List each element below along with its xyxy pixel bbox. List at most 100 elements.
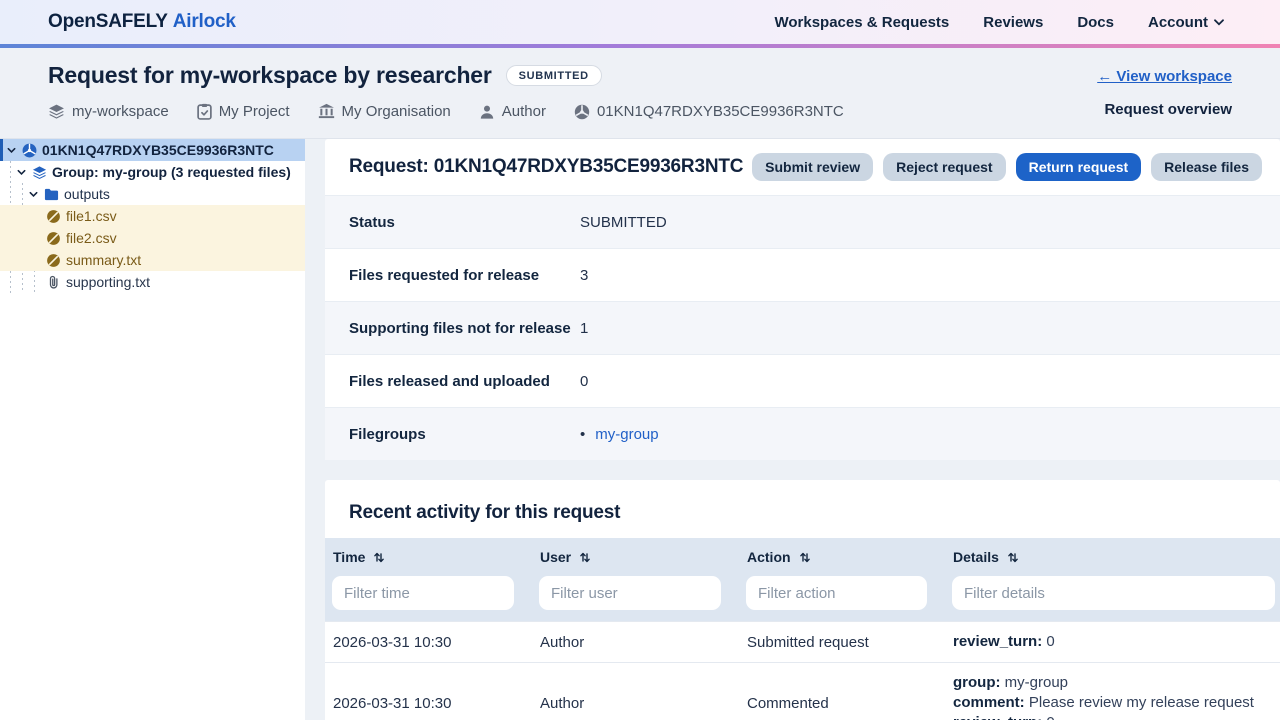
file-tree: 01KN1Q47RDXYB35CE9936R3NTC Group: my-gro… xyxy=(0,139,305,293)
submit-review-button[interactable]: Submit review xyxy=(752,153,873,181)
project-icon xyxy=(197,103,212,120)
meta-organisation: My Organisation xyxy=(318,103,451,120)
detail-row-filegroups: Filegroups • my-group xyxy=(325,407,1280,460)
activity-filter-row xyxy=(325,576,1280,621)
account-label: Account xyxy=(1148,14,1208,31)
column-header-time[interactable]: Time xyxy=(325,538,532,576)
filter-action-input[interactable] xyxy=(746,576,927,610)
nav-docs[interactable]: Docs xyxy=(1077,14,1114,31)
file-tree-sidebar: 01KN1Q47RDXYB35CE9936R3NTC Group: my-gro… xyxy=(0,139,305,720)
top-nav: OpenSAFELYAirlock Workspaces & Requests … xyxy=(0,0,1280,44)
chevron-down-icon[interactable] xyxy=(16,167,27,178)
meta-author-role-label: My Organisation xyxy=(342,103,451,120)
recent-activity-card: Recent activity for this request Time Us… xyxy=(325,480,1280,720)
file-under-review-icon xyxy=(46,209,61,224)
activity-action: Commented xyxy=(739,663,945,720)
folder-icon xyxy=(44,187,59,202)
request-id-icon xyxy=(574,104,590,120)
organisation-icon xyxy=(318,103,335,120)
tree-item-label: outputs xyxy=(64,186,110,202)
file-under-review-icon xyxy=(46,253,61,268)
activity-action: Submitted request xyxy=(739,622,945,662)
layers-icon xyxy=(48,103,65,120)
column-header-user[interactable]: User xyxy=(532,538,739,576)
view-workspace-link[interactable]: ← View workspace xyxy=(1097,68,1232,85)
main-content: Request: 01KN1Q47RDXYB35CE9936R3NTC Subm… xyxy=(305,139,1280,720)
detail-row-files-released: Files released and uploaded 0 xyxy=(325,354,1280,407)
detail-label: Supporting files not for release xyxy=(349,320,580,337)
column-header-details[interactable]: Details xyxy=(945,538,1280,576)
activity-row: 2026-03-31 10:30 Author Commented group:… xyxy=(325,662,1280,720)
meta-project: My Project xyxy=(197,103,290,120)
detail-label: Files requested for release xyxy=(349,267,580,284)
detail-value: 1 xyxy=(580,320,1256,337)
request-overview-card: Request: 01KN1Q47RDXYB35CE9936R3NTC Subm… xyxy=(325,139,1280,460)
activity-row: 2026-03-31 10:30 Author Submitted reques… xyxy=(325,621,1280,662)
tree-item-request[interactable]: 01KN1Q47RDXYB35CE9936R3NTC xyxy=(0,139,305,161)
filter-time-input[interactable] xyxy=(332,576,514,610)
activity-details: review_turn: 0 xyxy=(945,622,1280,662)
detail-label: Status xyxy=(349,214,580,231)
filter-details-input[interactable] xyxy=(952,576,1275,610)
tree-item-supporting[interactable]: supporting.txt xyxy=(0,271,305,293)
tree-item-file1[interactable]: file1.csv xyxy=(0,205,305,227)
tree-item-label: supporting.txt xyxy=(66,274,150,290)
release-files-button[interactable]: Release files xyxy=(1151,153,1262,181)
activity-user: Author xyxy=(532,622,739,662)
meta-project-label: My Project xyxy=(219,103,290,120)
page-title: Request for my-workspace by researcher xyxy=(48,62,492,89)
tree-item-label: file1.csv xyxy=(66,208,117,224)
request-meta: my-workspace My Project My Organisation … xyxy=(48,103,844,120)
detail-value: 3 xyxy=(580,267,1256,284)
activity-time: 2026-03-31 10:30 xyxy=(325,663,532,720)
reject-request-button[interactable]: Reject request xyxy=(883,153,1005,181)
detail-row-files-requested: Files requested for release 3 xyxy=(325,248,1280,301)
detail-key: comment: xyxy=(953,694,1025,711)
sort-icon xyxy=(1007,551,1019,564)
meta-request-id-label: 01KN1Q47RDXYB35CE9936R3NTC xyxy=(597,103,844,120)
detail-label: Filegroups xyxy=(349,426,580,443)
request-icon xyxy=(22,143,37,158)
brand-product: Airlock xyxy=(173,11,236,32)
nav-links: Workspaces & Requests Reviews Docs Accou… xyxy=(774,14,1224,31)
column-label: Action xyxy=(747,549,791,565)
request-actions: Submit review Reject request Return requ… xyxy=(752,153,1262,181)
tree-item-file2[interactable]: file2.csv xyxy=(0,227,305,249)
chevron-down-icon[interactable] xyxy=(28,189,39,200)
detail-label: Files released and uploaded xyxy=(349,373,580,390)
file-under-review-icon xyxy=(46,231,61,246)
paperclip-icon xyxy=(46,275,61,290)
column-label: Time xyxy=(333,549,365,565)
activity-table: Time User Action Details xyxy=(325,538,1280,720)
activity-title: Recent activity for this request xyxy=(349,502,620,523)
author-icon xyxy=(479,104,495,120)
detail-value: 0 xyxy=(580,373,1256,390)
tree-item-group[interactable]: Group: my-group (3 requested files) xyxy=(0,161,305,183)
column-header-action[interactable]: Action xyxy=(739,538,945,576)
tree-item-outputs-folder[interactable]: outputs xyxy=(0,183,305,205)
tree-item-label: summary.txt xyxy=(66,252,141,268)
brand-name: OpenSAFELY xyxy=(48,11,168,32)
detail-key: review_turn: xyxy=(953,633,1042,650)
column-label: User xyxy=(540,549,571,565)
meta-request-id: 01KN1Q47RDXYB35CE9936R3NTC xyxy=(574,103,844,120)
detail-key: group: xyxy=(953,674,1000,691)
tree-item-label: 01KN1Q47RDXYB35CE9936R3NTC xyxy=(42,142,274,158)
nav-account-menu[interactable]: Account xyxy=(1148,14,1224,31)
tree-item-label: Group: my-group (3 requested files) xyxy=(52,164,291,180)
filegroup-link[interactable]: my-group xyxy=(595,426,658,443)
return-request-button[interactable]: Return request xyxy=(1016,153,1142,181)
nav-workspaces-requests[interactable]: Workspaces & Requests xyxy=(774,14,949,31)
detail-value: SUBMITTED xyxy=(580,214,1256,231)
request-card-title: Request: 01KN1Q47RDXYB35CE9936R3NTC xyxy=(349,156,743,178)
sort-icon xyxy=(799,551,811,564)
filter-user-input[interactable] xyxy=(539,576,721,610)
nav-reviews[interactable]: Reviews xyxy=(983,14,1043,31)
chevron-down-icon[interactable] xyxy=(6,145,17,156)
activity-time: 2026-03-31 10:30 xyxy=(325,622,532,662)
activity-details: group: my-group comment: Please review m… xyxy=(945,663,1280,720)
tree-item-summary[interactable]: summary.txt xyxy=(0,249,305,271)
detail-key: review_turn: xyxy=(953,714,1042,720)
brand-logo[interactable]: OpenSAFELYAirlock xyxy=(48,11,236,33)
bullet: • xyxy=(580,426,585,443)
